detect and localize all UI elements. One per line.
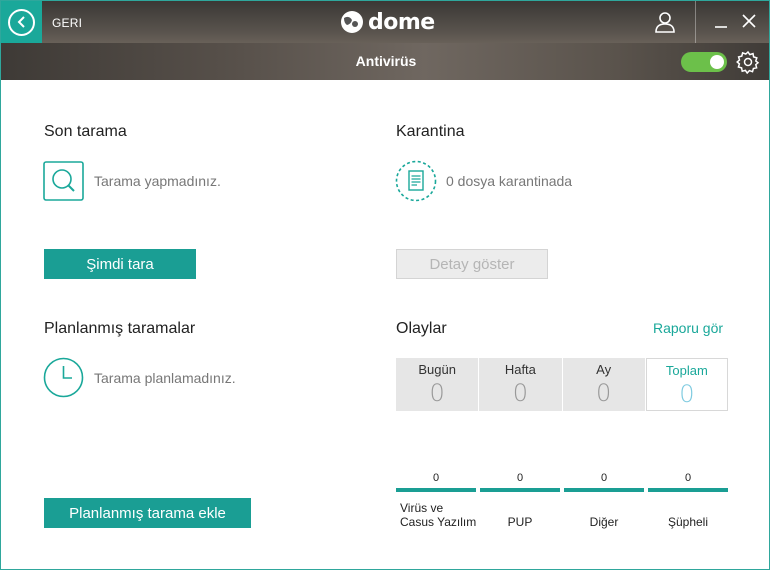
category-label-other: Diğer	[589, 515, 619, 529]
tab-value: 0	[512, 379, 529, 407]
last-scan-title: Son tarama	[44, 123, 127, 140]
last-scan-status: Tarama yapmadınız.	[94, 173, 221, 189]
category-label-virus-spyware: Virüs ve Casus Yazılım	[400, 501, 476, 529]
tab-label: Toplam	[665, 363, 708, 378]
category-label-line: Virüs ve	[400, 501, 444, 515]
category-bar	[648, 488, 728, 492]
tab-label: Ay	[596, 362, 612, 377]
events-period-tabs: Bugün 0 Hafta 0 Ay 0 Toplam 0	[396, 358, 729, 411]
category-pup: 0	[480, 472, 560, 492]
add-scheduled-scan-button[interactable]: Planlanmış tarama ekle	[44, 498, 251, 528]
scan-now-button[interactable]: Şimdi tara	[44, 249, 196, 279]
minimize-icon[interactable]	[714, 13, 728, 36]
tab-value: 0	[429, 379, 445, 407]
tab-month[interactable]: Ay 0	[562, 358, 645, 411]
dome-logo: dome	[340, 9, 435, 35]
category-bar	[564, 488, 644, 492]
quarantine-status: 0 dosya karantinada	[446, 173, 573, 189]
tab-week[interactable]: Hafta 0	[479, 358, 562, 411]
view-report-link[interactable]: Raporu gör	[653, 320, 723, 336]
scheduled-scans-status: Tarama planlamadınız.	[94, 370, 236, 386]
document-icon	[395, 160, 437, 207]
tab-label: Hafta	[504, 362, 536, 377]
category-label-suspicious: Şüpheli	[667, 515, 709, 529]
events-title: Olaylar	[396, 320, 447, 337]
user-icon[interactable]	[654, 11, 676, 38]
header-divider	[695, 1, 696, 43]
category-count: 0	[600, 472, 608, 484]
category-label-pup: PUP	[507, 515, 533, 529]
category-bar	[396, 488, 476, 492]
show-details-button[interactable]: Detay göster	[396, 249, 548, 279]
back-arrow-icon	[8, 8, 35, 36]
category-suspicious: 0	[648, 472, 728, 492]
category-count: 0	[432, 472, 440, 484]
back-button[interactable]	[1, 1, 42, 43]
page-title: Antivirüs	[355, 53, 417, 69]
search-icon	[43, 161, 84, 206]
antivirus-window: GERI dome Antivirüs Son tarama Tarama ya…	[0, 0, 770, 570]
logo-text: dome	[368, 9, 435, 35]
tab-label: Bugün	[418, 362, 456, 377]
panda-logo-icon	[341, 11, 363, 33]
clock-icon	[43, 357, 84, 403]
tab-value: 0	[679, 380, 695, 408]
category-count: 0	[516, 472, 524, 484]
toggle-knob	[710, 55, 724, 69]
scheduled-scans-title: Planlanmış taramalar	[44, 320, 196, 337]
gear-icon[interactable]	[736, 50, 760, 79]
category-bar	[480, 488, 560, 492]
antivirus-toggle[interactable]	[681, 52, 727, 72]
category-other: 0	[564, 472, 644, 492]
tab-total[interactable]: Toplam 0	[645, 358, 729, 411]
quarantine-title: Karantina	[396, 123, 465, 140]
category-count: 0	[684, 472, 692, 484]
category-virus-spyware: 0	[396, 472, 476, 492]
category-label-line: Casus Yazılım	[400, 515, 477, 529]
tab-value: 0	[595, 379, 612, 407]
back-label[interactable]: GERI	[52, 16, 82, 30]
tab-today[interactable]: Bugün 0	[396, 358, 479, 411]
close-icon[interactable]	[741, 13, 757, 34]
